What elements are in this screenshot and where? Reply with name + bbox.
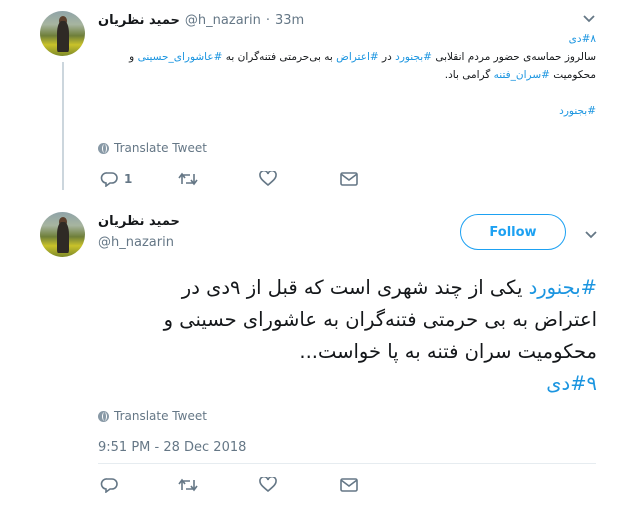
heart-icon — [259, 477, 277, 493]
message-button[interactable] — [340, 478, 358, 492]
tweet-timestamp[interactable]: 9:51 PM - 28 Dec 2018 — [98, 440, 246, 455]
retweet-icon — [178, 478, 198, 492]
envelope-icon — [340, 172, 358, 186]
retweet-icon — [178, 172, 198, 186]
hashtag-link[interactable]: #بجنورد — [395, 51, 432, 63]
separator: · — [265, 13, 270, 28]
reply-button[interactable]: 1 — [100, 171, 132, 187]
message-button[interactable] — [340, 172, 358, 186]
globe-icon — [98, 142, 109, 154]
tweet-time[interactable]: 33m — [275, 13, 304, 28]
avatar[interactable] — [40, 212, 85, 257]
avatar[interactable] — [40, 11, 85, 56]
translate-tweet[interactable]: Translate Tweet — [98, 141, 207, 155]
hashtag-link[interactable]: #۸دی — [569, 33, 596, 45]
hashtag-link[interactable]: #سران_فتنه — [494, 69, 550, 81]
text-segment: و — [129, 51, 138, 63]
text-segment: یکی از چند شهری است که قبل از ۹دی در — [181, 276, 529, 299]
hashtag-link[interactable]: #اعتراض — [336, 51, 379, 63]
author-name[interactable]: حمید نظریان — [98, 13, 180, 28]
author-name[interactable]: حمید نظریان — [98, 214, 180, 229]
translate-tweet[interactable]: Translate Tweet — [98, 409, 207, 423]
translate-label: Translate Tweet — [114, 409, 207, 423]
text-line: #۸دی — [98, 30, 596, 48]
reply-tweet[interactable]: حمید نظریان @h_nazarin · 33m #۸دی سالروز… — [0, 0, 636, 198]
hashtag-link[interactable]: #بجنورد — [529, 276, 597, 299]
reply-count: 1 — [124, 172, 133, 186]
author-handle[interactable]: @h_nazarin — [98, 235, 174, 250]
retweet-button[interactable] — [178, 172, 198, 186]
reply-button[interactable] — [100, 477, 118, 493]
text-segment: به بی‌حرمتی فتنه‌گران به — [222, 51, 337, 63]
main-tweet: حمید نظریان @h_nazarin Follow #بجنورد یک… — [0, 198, 636, 516]
text-line: محکومیت سران فتنه به پا خواست... — [299, 340, 597, 363]
chevron-down-icon[interactable] — [584, 228, 598, 244]
author-handle[interactable]: @h_nazarin — [185, 13, 261, 28]
envelope-icon — [340, 478, 358, 492]
text-line: #بجنورد یکی از چند شهری است که قبل از ۹د… — [182, 272, 597, 304]
text-segment: در — [378, 51, 396, 63]
tweet-header: حمید نظریان @h_nazarin · 33m — [98, 13, 304, 28]
retweet-button[interactable] — [178, 478, 198, 492]
like-button[interactable] — [259, 171, 277, 187]
like-button[interactable] — [259, 477, 277, 493]
text-segment: محکومیت — [549, 69, 596, 81]
hashtag-link[interactable]: #۹دی — [546, 372, 597, 395]
divider — [98, 463, 596, 464]
text-segment: سالروز حماسه‌ی حضور مردم انقلابی — [431, 51, 596, 63]
thread-line — [62, 62, 64, 190]
globe-icon — [98, 410, 109, 422]
text-line: #بجنورد — [98, 102, 596, 120]
reply-icon — [100, 171, 118, 187]
text-line: سالروز حماسه‌ی حضور مردم انقلابی #بجنورد… — [98, 48, 596, 66]
follow-button[interactable]: Follow — [460, 214, 566, 250]
heart-icon — [259, 171, 277, 187]
tweet-text: #بجنورد یکی از چند شهری است که قبل از ۹د… — [163, 272, 597, 400]
text-segment: گرامی باد. — [444, 69, 494, 81]
hashtag-link[interactable]: #عاشورای_حسینی — [138, 51, 223, 63]
tweet-text: #۸دی سالروز حماسه‌ی حضور مردم انقلابی #ب… — [98, 30, 596, 120]
text-line: محکومیت #سران_فتنه گرامی باد. — [98, 66, 596, 84]
translate-label: Translate Tweet — [114, 141, 207, 155]
chevron-down-icon[interactable] — [582, 12, 596, 28]
text-line: اعتراض به بی حرمتی فتنه‌گران به عاشورای … — [163, 308, 597, 331]
hashtag-link[interactable]: #بجنورد — [559, 105, 596, 117]
reply-icon — [100, 477, 118, 493]
text-line: #۹دی — [200, 368, 597, 400]
